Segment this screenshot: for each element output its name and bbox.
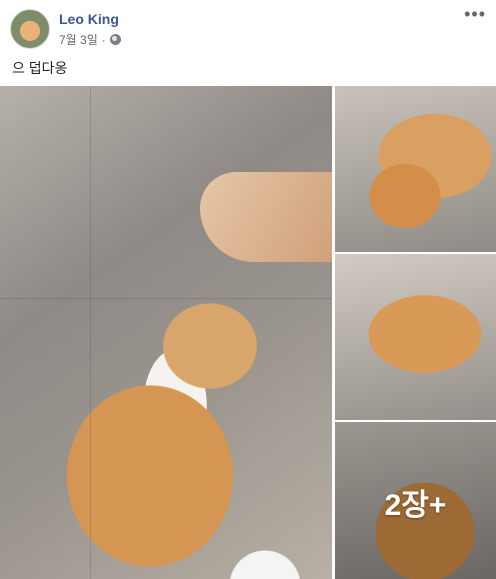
post-date[interactable]: 7월 3일 xyxy=(59,31,98,48)
more-options-button[interactable]: ••• xyxy=(464,4,486,25)
pavement-line xyxy=(0,298,332,299)
author-name[interactable]: Leo King xyxy=(59,11,119,27)
photo-thumbnail-1[interactable] xyxy=(335,86,496,252)
post-meta: 7월 3일 · xyxy=(59,31,121,48)
photo-thumbnail-3[interactable]: 2장+ xyxy=(335,422,496,579)
post-text: 으 덥다옹 xyxy=(12,60,68,76)
more-photos-count[interactable]: 2장+ xyxy=(335,480,496,524)
pavement-line xyxy=(90,86,91,579)
post-header: Leo King 7월 3일 · ••• xyxy=(0,0,496,58)
separator: · xyxy=(101,32,106,47)
globe-icon[interactable] xyxy=(109,34,121,45)
main-photo[interactable] xyxy=(0,86,332,579)
hand-shape xyxy=(200,172,332,262)
photo-thumbnail-2[interactable] xyxy=(335,254,496,420)
avatar[interactable] xyxy=(10,9,50,49)
